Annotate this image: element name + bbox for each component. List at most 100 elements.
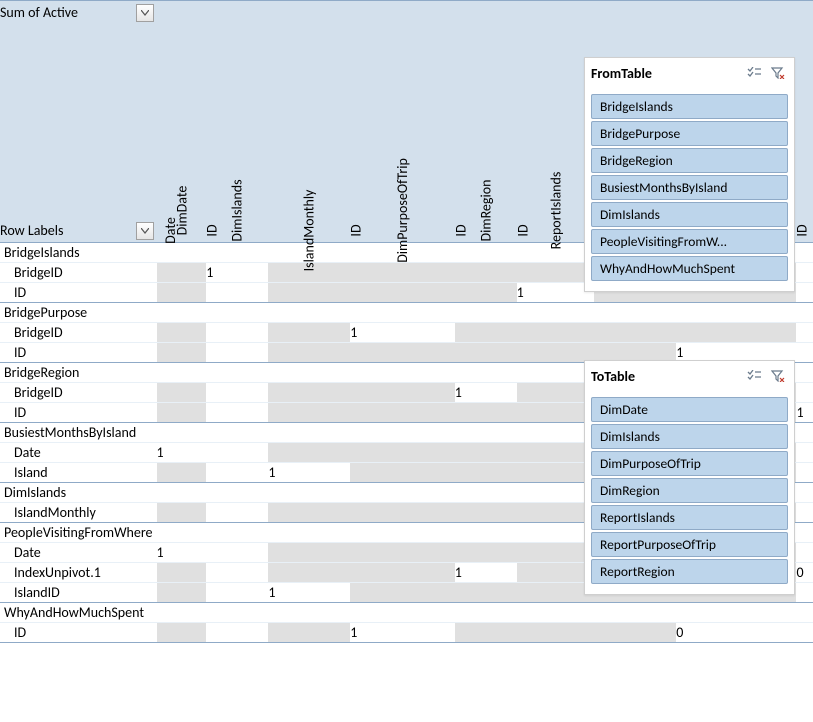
row-label[interactable]: WhyAndHowMuchSpent — [0, 603, 157, 623]
value-cell[interactable] — [517, 423, 595, 443]
slicer-item[interactable]: ReportPurposeOfTrip — [591, 532, 788, 557]
value-cell[interactable] — [350, 603, 455, 623]
slicer-item[interactable]: PeopleVisitingFromW... — [591, 229, 788, 254]
value-cell[interactable] — [455, 363, 517, 383]
value-cell[interactable] — [268, 483, 350, 503]
value-cell[interactable] — [455, 403, 517, 423]
value-cell[interactable] — [517, 403, 595, 423]
value-cell[interactable] — [206, 543, 268, 563]
value-cell[interactable] — [796, 503, 813, 523]
value-cell[interactable] — [268, 603, 350, 623]
value-cell[interactable] — [796, 543, 813, 563]
value-cell[interactable] — [157, 303, 207, 323]
slicer-item[interactable]: BridgeRegion — [591, 148, 788, 173]
value-cell[interactable] — [350, 443, 455, 463]
value-cell[interactable] — [455, 343, 517, 363]
value-cell[interactable] — [517, 443, 595, 463]
value-cell[interactable] — [350, 283, 455, 303]
value-cell[interactable]: 0 — [676, 623, 796, 643]
value-cell[interactable] — [206, 603, 268, 623]
value-cell[interactable] — [455, 283, 517, 303]
value-cell[interactable] — [796, 343, 813, 363]
value-cell[interactable] — [796, 243, 813, 263]
value-cell[interactable] — [268, 423, 350, 443]
row-label[interactable]: ID — [0, 283, 157, 303]
value-cell[interactable] — [796, 623, 813, 643]
value-cell[interactable] — [517, 343, 595, 363]
value-cell[interactable] — [268, 563, 350, 583]
row-label[interactable]: BridgeID — [0, 323, 157, 343]
value-cell[interactable]: 1 — [455, 563, 517, 583]
value-cell[interactable] — [157, 343, 207, 363]
value-cell[interactable] — [157, 603, 207, 623]
value-cell[interactable] — [455, 323, 517, 343]
row-label[interactable]: ID — [0, 343, 157, 363]
slicer-item[interactable]: ReportIslands — [591, 505, 788, 530]
slicer-clear-filter-button[interactable] — [768, 64, 788, 82]
value-cell[interactable] — [594, 623, 676, 643]
value-cell[interactable] — [517, 603, 595, 623]
value-cell[interactable] — [517, 503, 595, 523]
value-cell[interactable]: 1 — [206, 263, 268, 283]
value-cell[interactable] — [350, 463, 455, 483]
value-cell[interactable] — [796, 423, 813, 443]
value-cell[interactable] — [206, 423, 268, 443]
value-cell[interactable] — [206, 443, 268, 463]
value-cell[interactable] — [517, 323, 595, 343]
value-cell[interactable] — [455, 623, 517, 643]
value-cell[interactable] — [206, 523, 268, 543]
value-cell[interactable] — [157, 323, 207, 343]
value-cell[interactable] — [455, 503, 517, 523]
value-cell[interactable] — [268, 543, 350, 563]
value-cell[interactable] — [206, 243, 268, 263]
value-cell[interactable] — [206, 383, 268, 403]
value-cell[interactable] — [268, 503, 350, 523]
value-cell[interactable] — [455, 423, 517, 443]
value-cell[interactable] — [676, 303, 796, 323]
value-cell[interactable] — [517, 463, 595, 483]
value-cell[interactable] — [796, 523, 813, 543]
value-cell[interactable] — [676, 603, 796, 623]
value-cell[interactable] — [796, 323, 813, 343]
value-cell[interactable] — [157, 523, 207, 543]
value-cell[interactable] — [157, 623, 207, 643]
value-cell[interactable] — [268, 343, 350, 363]
value-cell[interactable] — [206, 563, 268, 583]
value-cell[interactable] — [350, 383, 455, 403]
row-label[interactable]: BridgePurpose — [0, 303, 157, 323]
pivot-col-filter-button[interactable] — [136, 4, 154, 22]
value-cell[interactable] — [157, 243, 207, 263]
value-cell[interactable] — [455, 543, 517, 563]
slicer-clear-filter-button[interactable] — [768, 367, 788, 385]
value-cell[interactable] — [455, 463, 517, 483]
value-cell[interactable]: 1 — [268, 583, 350, 603]
row-label[interactable]: Date — [0, 543, 157, 563]
value-cell[interactable] — [455, 483, 517, 503]
value-cell[interactable] — [157, 563, 207, 583]
value-cell[interactable] — [517, 303, 595, 323]
value-cell[interactable] — [206, 283, 268, 303]
value-cell[interactable] — [350, 583, 455, 603]
value-cell[interactable] — [517, 263, 595, 283]
value-cell[interactable] — [206, 343, 268, 363]
value-cell[interactable]: 1 — [517, 283, 595, 303]
value-cell[interactable] — [796, 583, 813, 603]
value-cell[interactable] — [157, 403, 207, 423]
slicer-item[interactable]: DimRegion — [591, 478, 788, 503]
value-cell[interactable] — [517, 383, 595, 403]
value-cell[interactable] — [268, 443, 350, 463]
value-cell[interactable] — [455, 583, 517, 603]
value-cell[interactable] — [268, 383, 350, 403]
value-cell[interactable] — [517, 543, 595, 563]
row-label[interactable]: IslandMonthly — [0, 503, 157, 523]
value-cell[interactable] — [796, 283, 813, 303]
value-cell[interactable] — [796, 303, 813, 323]
value-cell[interactable] — [594, 303, 676, 323]
slicer-item[interactable]: DimIslands — [591, 202, 788, 227]
value-cell[interactable] — [206, 583, 268, 603]
value-cell[interactable] — [455, 523, 517, 543]
value-cell[interactable] — [455, 263, 517, 283]
value-cell[interactable] — [350, 263, 455, 283]
slicer-item[interactable]: ReportRegion — [591, 559, 788, 584]
value-cell[interactable] — [157, 283, 207, 303]
